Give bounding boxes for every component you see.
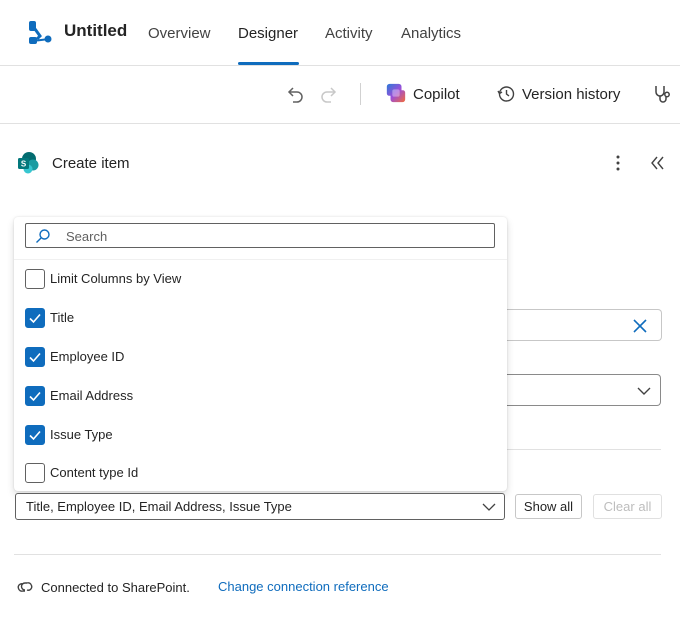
app-title[interactable]: Untitled — [64, 21, 127, 41]
column-picker-dropdown: Limit Columns by View Title Employee ID … — [14, 217, 507, 491]
sharepoint-icon: S — [18, 152, 39, 174]
checkbox-unchecked[interactable] — [25, 463, 45, 483]
copilot-button[interactable]: Copilot — [413, 86, 460, 103]
tab-designer[interactable]: Designer — [238, 25, 298, 42]
checkbox-checked[interactable] — [25, 425, 45, 445]
option-label: Email Address — [50, 388, 134, 403]
combobox-value: Title, Employee ID, Email Address, Issue… — [26, 499, 292, 514]
clear-icon[interactable] — [632, 318, 648, 334]
column-option-email-address[interactable]: Email Address — [25, 386, 485, 408]
version-history-button[interactable]: Version history — [522, 86, 620, 103]
column-option-employee-id[interactable]: Employee ID — [25, 347, 485, 369]
link-icon — [17, 582, 33, 592]
power-automate-logo-icon — [29, 21, 52, 44]
action-panel: S Create item Limit Colum — [0, 125, 680, 638]
option-label: Title — [50, 310, 75, 325]
copilot-icon — [386, 83, 406, 103]
search-icon — [36, 229, 50, 243]
column-option-title[interactable]: Title — [25, 308, 485, 330]
top-nav-bar: Untitled Overview Designer Activity Anal… — [0, 0, 680, 66]
toolbar-divider — [360, 83, 361, 105]
tab-overview[interactable]: Overview — [148, 25, 211, 42]
history-icon — [497, 86, 515, 102]
connection-status-text: Connected to SharePoint. — [41, 580, 190, 595]
option-label: Content type Id — [50, 465, 139, 480]
tab-analytics[interactable]: Analytics — [401, 25, 461, 42]
show-all-button[interactable]: Show all — [515, 494, 582, 519]
checkbox-checked[interactable] — [25, 347, 45, 367]
dropdown-divider — [14, 259, 507, 260]
column-search-box[interactable] — [25, 223, 495, 248]
more-options-icon[interactable] — [610, 153, 626, 173]
collapse-panel-icon[interactable] — [648, 153, 668, 173]
checkbox-checked[interactable] — [25, 386, 45, 406]
column-option-content-type-id[interactable]: Content type Id — [25, 463, 485, 485]
redo-icon[interactable] — [318, 83, 340, 105]
option-label: Limit Columns by View — [50, 271, 182, 286]
undo-icon[interactable] — [284, 83, 306, 105]
svg-text:S: S — [21, 160, 27, 169]
columns-combobox[interactable]: Title, Employee ID, Email Address, Issue… — [15, 493, 505, 520]
clear-all-button[interactable]: Clear all — [593, 494, 662, 519]
column-option-issue-type[interactable]: Issue Type — [25, 425, 485, 447]
option-label: Issue Type — [50, 427, 113, 442]
tab-activity[interactable]: Activity — [325, 25, 373, 42]
command-toolbar: Copilot Version history — [0, 66, 680, 124]
list-name-field[interactable] — [498, 374, 661, 406]
stethoscope-icon[interactable] — [652, 83, 674, 105]
option-label: Employee ID — [50, 349, 125, 364]
chevron-down-icon[interactable] — [482, 500, 496, 514]
checkbox-checked[interactable] — [25, 308, 45, 328]
panel-title[interactable]: Create item — [52, 155, 130, 172]
footer-divider — [14, 554, 661, 555]
site-address-field[interactable] — [498, 309, 662, 341]
column-search-input[interactable] — [66, 227, 486, 245]
change-connection-link[interactable]: Change connection reference — [218, 579, 389, 594]
active-tab-indicator — [238, 62, 299, 65]
section-divider — [498, 449, 661, 450]
column-option-limit-columns[interactable]: Limit Columns by View — [25, 269, 485, 291]
chevron-down-icon — [637, 387, 651, 395]
checkbox-unchecked[interactable] — [25, 269, 45, 289]
